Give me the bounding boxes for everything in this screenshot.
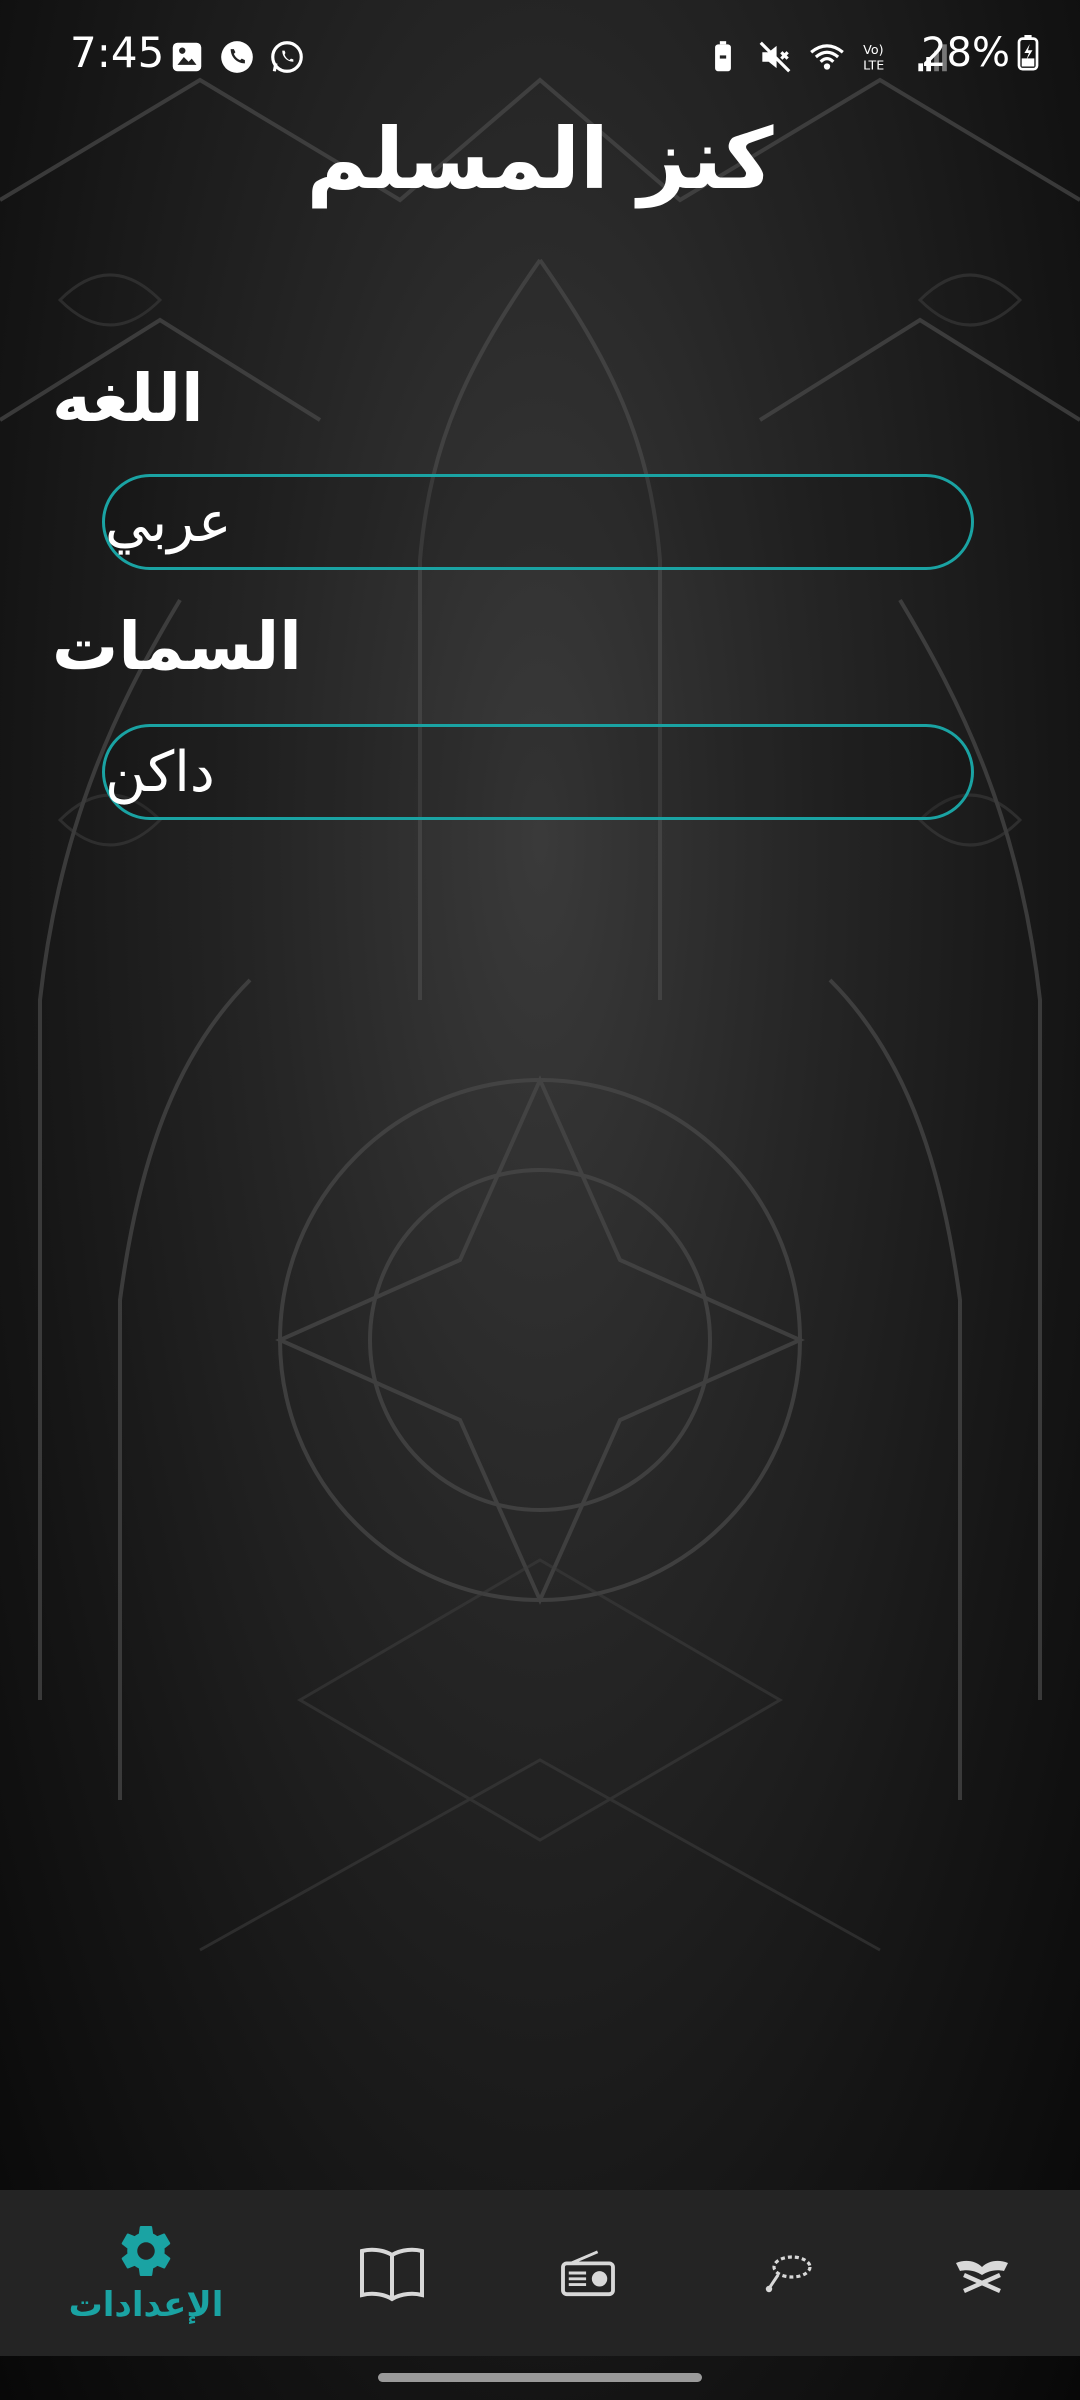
nav-item-radio[interactable] <box>498 2190 678 2356</box>
gear-icon <box>121 2226 171 2277</box>
battery-percent: 28% <box>921 30 1010 76</box>
settings-screen: 7:45 Vo) LTE 28% كنز المسلم اللغه عربي ا… <box>0 0 1080 2400</box>
mute-icon <box>756 38 794 76</box>
bottom-navigation: الإعدادات <box>0 2190 1080 2356</box>
theme-value: داكن <box>105 739 215 805</box>
svg-text:Vo): Vo) <box>863 42 883 57</box>
svg-text:LTE: LTE <box>863 58 884 73</box>
nav-item-hadith[interactable] <box>302 2190 482 2356</box>
islamic-pattern-background <box>0 77 1080 1952</box>
nav-label-settings: الإعدادات <box>68 2285 224 2325</box>
battery-icon <box>1017 35 1039 71</box>
whatsapp-icon <box>268 38 306 76</box>
nav-item-quran[interactable] <box>892 2190 1072 2356</box>
quran-stand-icon <box>956 2260 1008 2294</box>
wifi-icon <box>808 38 846 76</box>
battery-indicator: 28% <box>921 30 1040 76</box>
language-label: اللغه <box>52 360 204 437</box>
status-time: 7:45 <box>70 28 165 77</box>
notification-icons <box>168 38 306 76</box>
language-value: عربي <box>105 489 232 555</box>
home-indicator[interactable] <box>378 2373 702 2382</box>
theme-label: السمات <box>52 608 302 685</box>
theme-dropdown[interactable]: داكن <box>102 724 974 820</box>
nav-item-tasbih[interactable] <box>698 2190 878 2356</box>
prayer-beads-icon <box>765 2255 812 2293</box>
status-bar: 7:45 Vo) LTE 28% <box>0 0 1080 120</box>
system-icons: Vo) LTE <box>704 38 950 76</box>
radio-icon <box>561 2250 615 2297</box>
viber-icon <box>218 38 256 76</box>
nav-item-settings[interactable]: الإعدادات <box>56 2190 236 2356</box>
open-book-icon <box>360 2247 424 2302</box>
language-dropdown[interactable]: عربي <box>102 474 974 570</box>
volte-icon: Vo) LTE <box>860 38 898 76</box>
gallery-icon <box>168 38 206 76</box>
battery-saver-icon <box>704 38 742 76</box>
app-title: كنز المسلم <box>306 110 774 208</box>
